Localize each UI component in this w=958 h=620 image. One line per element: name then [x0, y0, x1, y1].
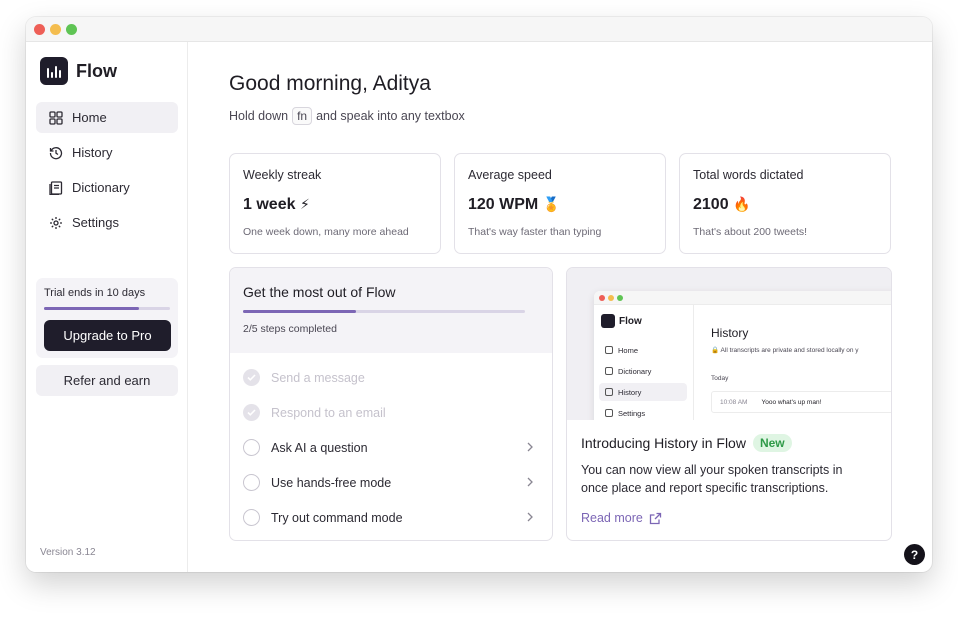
preview-logo-text: Flow — [619, 315, 642, 327]
announcement-title: Introducing History in Flow — [581, 435, 746, 451]
preview-nav-label: Dictionary — [618, 366, 652, 376]
read-more-label: Read more — [581, 511, 643, 525]
preview-today: Today — [711, 375, 729, 382]
sidebar-item-dictionary[interactable]: Dictionary — [36, 172, 178, 203]
flow-logo-icon — [40, 57, 68, 85]
step-send-message[interactable]: Send a message — [230, 360, 552, 395]
trial-text: Trial ends in 10 days — [44, 287, 146, 299]
title-bar — [26, 17, 932, 42]
onboarding-count: 2/5 steps completed — [243, 323, 337, 335]
trial-progress-fill — [44, 307, 139, 310]
lightning-icon: ⚡ — [299, 196, 310, 212]
step-ask-ai[interactable]: Ask AI a question — [230, 430, 552, 465]
flow-logo-icon — [601, 314, 615, 328]
chevron-right-icon — [527, 512, 533, 522]
stat-label: Weekly streak — [243, 168, 322, 182]
empty-circle-icon — [243, 509, 260, 526]
upgrade-button[interactable]: Upgrade to Pro — [44, 320, 171, 351]
check-icon — [243, 369, 260, 386]
sidebar-item-label: Dictionary — [72, 180, 130, 195]
empty-circle-icon — [243, 474, 260, 491]
sidebar-item-settings[interactable]: Settings — [36, 207, 178, 238]
grid-icon — [48, 110, 64, 126]
refer-button[interactable]: Refer and earn — [36, 365, 178, 396]
stat-description: That's way faster than typing — [468, 226, 602, 238]
preview-subtitle: All transcripts are private and stored l… — [720, 347, 859, 354]
trial-card: Trial ends in 10 days Upgrade to Pro — [36, 278, 178, 358]
chevron-right-icon — [527, 477, 533, 487]
maximize-window-button[interactable] — [66, 24, 77, 35]
step-hands-free[interactable]: Use hands-free mode — [230, 465, 552, 500]
onboarding-steps: Send a message Respond to an email Ask A… — [230, 353, 552, 535]
onboarding-progress-fill — [243, 310, 356, 313]
stat-value: 2100 — [693, 196, 729, 213]
preview-row-time: 10:08 AM — [720, 398, 748, 406]
onboarding-card: Get the most out of Flow 2/5 steps compl… — [229, 267, 553, 541]
read-more-link[interactable]: Read more — [581, 511, 662, 525]
sidebar-item-home[interactable]: Home — [36, 102, 178, 133]
stat-card-speed: Average speed 120 WPM 🏅 That's way faste… — [454, 153, 666, 254]
step-label: Ask AI a question — [271, 440, 368, 455]
announcement-body: You can now view all your spoken transcr… — [581, 463, 843, 495]
onboarding-title: Get the most out of Flow — [243, 284, 396, 300]
check-icon — [243, 404, 260, 421]
dictation-hint: Hold down fn and speak into any textbox — [229, 107, 465, 125]
stat-card-streak: Weekly streak 1 week ⚡ One week down, ma… — [229, 153, 441, 254]
book-icon — [48, 180, 64, 196]
stat-value: 1 week — [243, 196, 296, 213]
onboarding-progress-bar — [243, 310, 525, 313]
history-preview-image: Flow Home Dictionary History Settings Hi… — [567, 268, 891, 420]
announcement-card: Flow Home Dictionary History Settings Hi… — [566, 267, 892, 541]
stat-value: 120 WPM — [468, 196, 539, 213]
app-window: Flow Home History Dictionary Settings Tr… — [26, 17, 932, 572]
hint-text-after: and speak into any textbox — [316, 109, 465, 123]
medal-icon: 🏅 — [542, 196, 561, 212]
history-icon — [48, 145, 64, 161]
step-label: Send a message — [271, 370, 365, 385]
preview-window: Flow Home Dictionary History Settings Hi… — [594, 291, 891, 420]
app-logo: Flow — [40, 57, 117, 85]
stat-card-words: Total words dictated 2100 🔥 That's about… — [679, 153, 891, 254]
sidebar-nav: Home History Dictionary Settings — [36, 102, 178, 242]
step-command-mode[interactable]: Try out command mode — [230, 500, 552, 535]
sidebar-item-history[interactable]: History — [36, 137, 178, 168]
app-name: Flow — [76, 60, 117, 81]
page-title: Good morning, Aditya — [229, 72, 431, 95]
hint-text-before: Hold down — [229, 109, 289, 123]
step-label: Try out command mode — [271, 510, 403, 525]
gear-icon — [48, 215, 64, 231]
stat-label: Average speed — [468, 168, 552, 182]
onboarding-header: Get the most out of Flow 2/5 steps compl… — [230, 268, 552, 353]
preview-title: History — [711, 326, 749, 340]
step-respond-email[interactable]: Respond to an email — [230, 395, 552, 430]
version-label: Version 3.12 — [40, 547, 96, 558]
sidebar-item-label: History — [72, 145, 113, 160]
sidebar: Flow Home History Dictionary Settings Tr… — [26, 42, 188, 572]
main-content: Good morning, Aditya Hold down fn and sp… — [189, 42, 932, 572]
close-window-button[interactable] — [34, 24, 45, 35]
empty-circle-icon — [243, 439, 260, 456]
preview-nav-label: History — [618, 387, 642, 397]
stat-description: That's about 200 tweets! — [693, 226, 808, 238]
minimize-window-button[interactable] — [50, 24, 61, 35]
stat-description: One week down, many more ahead — [243, 226, 409, 238]
preview-row-text: Yooo what's up man! — [761, 398, 822, 406]
sidebar-item-label: Settings — [72, 215, 119, 230]
external-link-icon — [649, 512, 661, 524]
fire-icon: 🔥 — [733, 196, 751, 212]
fn-key: fn — [292, 107, 313, 125]
sidebar-item-label: Home — [72, 110, 107, 125]
stat-label: Total words dictated — [693, 168, 804, 182]
chevron-right-icon — [527, 442, 533, 452]
new-badge: New — [752, 434, 792, 452]
trial-progress-bar — [44, 307, 170, 310]
step-label: Use hands-free mode — [271, 475, 392, 490]
preview-nav-label: Home — [618, 345, 639, 355]
preview-nav-label: Settings — [618, 408, 646, 418]
step-label: Respond to an email — [271, 405, 386, 420]
help-button[interactable]: ? — [904, 544, 925, 565]
